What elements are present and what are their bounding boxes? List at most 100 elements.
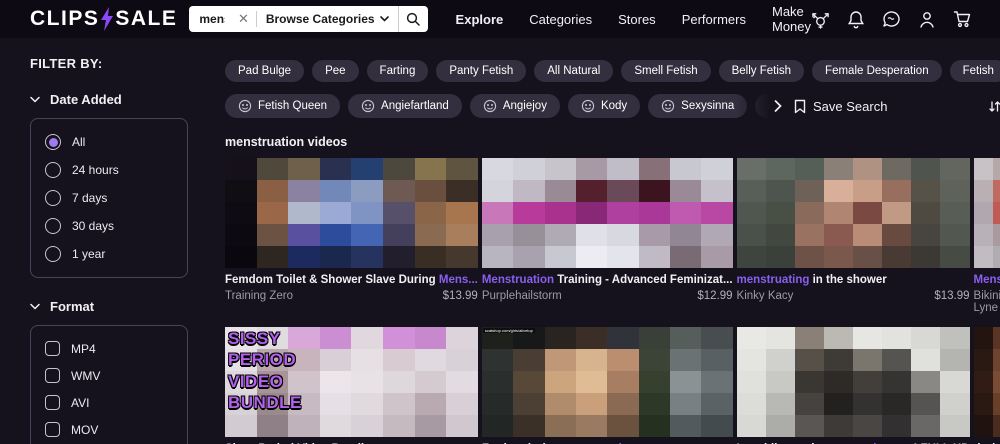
thumbnail-pixel: [973, 371, 994, 393]
performer-pill-fetish-queen[interactable]: Fetish Queen: [225, 94, 341, 118]
checkbox[interactable]: [45, 395, 60, 410]
filter-option-wmv[interactable]: WMV: [31, 362, 187, 389]
filter-option-avi[interactable]: AVI: [31, 389, 187, 416]
store-name-link[interactable]: Training Zero: [225, 290, 293, 302]
chat-icon[interactable]: [882, 10, 901, 28]
store-name-link[interactable]: Kinky Kacy: [737, 290, 794, 302]
radio-button[interactable]: [45, 190, 61, 206]
performer-pill-angiefartland[interactable]: Angiefartland: [348, 94, 462, 118]
nav-item-categories[interactable]: Categories: [529, 12, 592, 27]
thumbnail-pixel: [911, 415, 941, 437]
search-icon: [406, 12, 420, 26]
performer-pill-kody[interactable]: Kody: [567, 94, 641, 118]
thumbnail-pixel: [414, 224, 447, 246]
filter-option-mov[interactable]: MOV: [31, 416, 187, 443]
performer-pill-angiejoy[interactable]: Angiejoy: [469, 94, 560, 118]
store-name-link[interactable]: Bikini Blackmail Ballbust Lyne: [974, 290, 1000, 314]
thumbnail-pixel: [607, 246, 639, 268]
gender-icon[interactable]: [811, 10, 830, 29]
thumbnail-pixel: [288, 158, 320, 180]
thumbnail-pixel: [481, 371, 514, 393]
tag-pill-farting[interactable]: Farting: [366, 60, 429, 82]
filter-group-header-format[interactable]: Format: [30, 299, 210, 314]
search-submit-button[interactable]: [397, 6, 428, 32]
thumbnail-pixel: [351, 415, 384, 437]
filter-group-header-date-added[interactable]: Date Added: [30, 92, 210, 107]
thumbnail-pixel: [882, 415, 912, 437]
performers-next-button[interactable]: [774, 100, 782, 112]
tag-pill-smell-fetish[interactable]: Smell Fetish: [621, 60, 711, 82]
tag-pill-belly-fetish[interactable]: Belly Fetish: [718, 60, 805, 82]
nav-item-explore[interactable]: Explore: [456, 12, 504, 27]
thumbnail-pixel: [882, 393, 912, 415]
thumbnail-pixel: [351, 158, 384, 180]
notifications-bell-icon[interactable]: [847, 10, 865, 29]
video-title[interactable]: Femdom Toilet & Shower Slave During Mens…: [225, 274, 478, 286]
video-card[interactable]: during menstruation mp4 HDMy private cli…: [973, 327, 1000, 444]
filter-option-all[interactable]: All: [31, 128, 187, 156]
site-logo[interactable]: CLIPS SALE: [30, 7, 177, 31]
thumbnail-pixel: [794, 327, 824, 349]
video-card[interactable]: scatshop.com/girls/alicetopFarting durin…: [481, 327, 733, 444]
sort-dropdown[interactable]: Sort: Most Popular: [988, 99, 1000, 114]
video-title[interactable]: Menstruation Training - Advanced Feminiz…: [482, 274, 733, 286]
browse-categories-dropdown[interactable]: Browse Categories: [257, 12, 398, 26]
thumbnail-pixel: [351, 246, 384, 268]
video-card[interactable]: Femdom Toilet & Shower Slave During Mens…: [225, 158, 478, 314]
video-thumbnail[interactable]: [973, 327, 1000, 437]
checkbox[interactable]: [45, 422, 60, 437]
filter-option-7-days[interactable]: 7 days: [31, 184, 187, 212]
nav-item-stores[interactable]: Stores: [618, 12, 656, 27]
filter-option-24-hours[interactable]: 24 hours: [31, 156, 187, 184]
thumbnail-pixel: [513, 202, 545, 224]
user-account-icon[interactable]: [918, 10, 936, 29]
video-title[interactable]: menstruating in the shower: [737, 274, 970, 286]
video-card[interactable]: menstruating in the shower Kinky Kacy $13.…: [736, 158, 970, 314]
checkbox[interactable]: [45, 341, 60, 356]
checkbox[interactable]: [45, 368, 60, 383]
shopping-cart-icon[interactable]: [953, 10, 972, 28]
video-thumbnail[interactable]: [736, 327, 970, 437]
filter-option-1-year[interactable]: 1 year: [31, 240, 187, 268]
tag-pill-panty-fetish[interactable]: Panty Fetish: [436, 60, 527, 82]
video-thumbnail[interactable]: [736, 158, 970, 268]
radio-button[interactable]: [45, 134, 61, 150]
video-thumbnail[interactable]: SISSY PERIOD VIDEO BUNDLE: [225, 327, 478, 437]
filter-option-mp4[interactable]: MP4: [31, 335, 187, 362]
radio-button[interactable]: [45, 218, 61, 234]
thumbnail-pixel: [544, 371, 576, 393]
video-title[interactable]: Menstruating SISSY: [974, 274, 1000, 286]
video-card[interactable]: SISSYPERIODVIDEOBUNDLESissy Period Video…: [225, 327, 478, 444]
nav-item-performers[interactable]: Performers: [682, 12, 746, 27]
video-thumbnail[interactable]: scatshop.com/girls/alicetop: [481, 327, 733, 437]
video-thumbnail[interactable]: [481, 158, 733, 268]
save-search-button[interactable]: Save Search: [794, 99, 887, 114]
video-thumbnail[interactable]: [973, 158, 1000, 268]
nav-item-make-money[interactable]: Make Money: [772, 4, 811, 34]
store-name-link[interactable]: Purplehailstorm: [482, 290, 562, 302]
clear-search-icon[interactable]: ✕: [231, 11, 256, 27]
thumbnail-pixel: [669, 371, 702, 393]
video-card[interactable]: In public - and menstruation mp4 FULL HD…: [736, 327, 970, 444]
tag-pill-pee[interactable]: Pee: [312, 60, 359, 82]
thumbnail-pixel: [993, 349, 1000, 371]
radio-button[interactable]: [45, 162, 61, 178]
thumbnail-pixel: [765, 415, 795, 437]
tag-pill-fetish[interactable]: Fetish: [949, 60, 1000, 82]
performer-pill-sarah-nilson[interactable]: Sarah Nilson: [755, 94, 770, 118]
thumbnail-pixel: [669, 393, 702, 415]
performer-pill-sexysinna[interactable]: Sexysinna: [648, 94, 748, 118]
tag-pill-all-natural[interactable]: All Natural: [534, 60, 614, 82]
tag-pill-pad-bulge[interactable]: Pad Bulge: [225, 60, 305, 82]
radio-button[interactable]: [45, 246, 61, 262]
thumbnail-pixel: [513, 393, 545, 415]
search-input[interactable]: [189, 12, 231, 26]
performers-row: Fetish Queen Angiefartland Angiejoy Kody Sex…: [225, 94, 1000, 118]
video-thumbnail[interactable]: [225, 158, 478, 268]
filter-option-30-days[interactable]: 30 days: [31, 212, 187, 240]
thumbnail-pixel: [225, 202, 257, 224]
tag-pill-female-desperation[interactable]: Female Desperation: [812, 60, 942, 82]
video-card[interactable]: Menstruation Training - Advanced Feminiz…: [481, 158, 733, 314]
thumbnail-pixel: [319, 371, 352, 393]
video-card[interactable]: Menstruating SISSY Bikini Blackmail Ballb…: [973, 158, 1000, 314]
